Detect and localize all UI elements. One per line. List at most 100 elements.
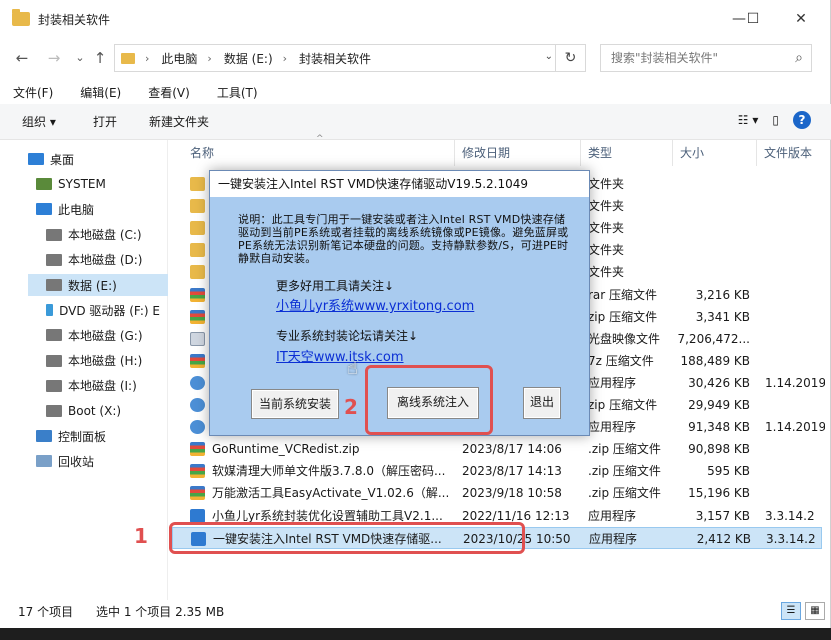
folder-icon	[190, 265, 205, 280]
title-bar: 封装相关软件 — ☐ ✕	[0, 0, 831, 38]
file-version: 3.3.14.2	[766, 531, 816, 546]
breadcrumb-folder[interactable]: 封装相关软件	[299, 50, 371, 67]
file-type: 文件夹	[588, 177, 625, 191]
sidebar-item[interactable]: 回收站	[36, 450, 160, 472]
file-name: 万能激活工具EasyActivate_V1.02.6（解...	[212, 486, 450, 501]
close-button[interactable]: ✕	[778, 0, 824, 38]
search-icon: ⌕	[795, 50, 803, 66]
sidebar-item[interactable]: 本地磁盘 (I:)	[46, 375, 160, 397]
file-type: 应用程序	[588, 375, 637, 390]
address-dropdown-icon[interactable]: ⌄	[545, 51, 553, 62]
refresh-icon[interactable]: ↻	[555, 45, 585, 71]
sidebar-item-label: 本地磁盘 (C:)	[68, 228, 142, 243]
dialog-description: 说明：此工具专门用于一键安装或者注入Intel RST VMD快速存储驱动到当前…	[238, 213, 569, 265]
file-modified: 2023/8/17 14:13	[462, 464, 562, 479]
iso-icon	[190, 331, 205, 346]
menu-tools[interactable]: 工具(T)	[204, 82, 272, 104]
more-tools-label: 更多好用工具请关注↓	[276, 279, 395, 293]
sidebar-item[interactable]: 本地磁盘 (H:)	[46, 350, 160, 372]
organize-button[interactable]: 组织 ▾	[22, 113, 56, 130]
sidebar-item-label: 本地磁盘 (G:)	[68, 328, 143, 343]
window-title: 封装相关软件	[38, 12, 111, 27]
sidebar-item-label: 控制面板	[58, 429, 107, 444]
column-divider	[672, 140, 673, 166]
maximize-button[interactable]: ☐	[730, 0, 776, 38]
forward-icon[interactable]: →	[44, 48, 64, 68]
file-size: 91,348 KB	[688, 420, 750, 435]
view-options-icon[interactable]: ☷ ▾	[738, 113, 759, 127]
folder-icon	[121, 52, 135, 64]
selection-info: 选中 1 个项目 2.35 MB	[96, 605, 225, 619]
folder-icon	[190, 199, 205, 214]
file-type: 应用程序	[588, 420, 637, 435]
file-type: 文件夹	[588, 221, 625, 236]
column-version[interactable]: 文件版本	[764, 140, 812, 166]
new-folder-button[interactable]: 新建文件夹	[149, 113, 209, 130]
file-type: 文件夹	[588, 243, 625, 258]
folder-icon	[190, 221, 205, 236]
file-row[interactable]: 万能激活工具EasyActivate_V1.02.6（解... 2023/9/18…	[172, 482, 822, 504]
drive-icon	[46, 279, 62, 291]
recent-dropdown-icon[interactable]: ⌄	[70, 48, 90, 68]
column-name[interactable]: 名称	[190, 140, 214, 166]
sidebar-item[interactable]: DVD 驱动器 (F:) E	[46, 299, 160, 321]
up-icon[interactable]: ↑	[90, 48, 110, 68]
help-icon[interactable]: ?	[793, 111, 811, 129]
sidebar-item-label: 本地磁盘 (I:)	[68, 379, 137, 394]
file-modified: 2023/8/17 14:06	[462, 442, 562, 457]
menu-edit[interactable]: 编辑(E)	[67, 82, 135, 104]
file-size: 29,949 KB	[688, 398, 750, 412]
sidebar-item[interactable]: Boot (X:)	[46, 400, 160, 422]
file-type: zip 压缩文件	[588, 309, 658, 324]
sidebar-item[interactable]: 本地磁盘 (C:)	[46, 224, 160, 246]
sidebar-item[interactable]: 本地磁盘 (G:)	[46, 324, 160, 346]
sidebar-item-label: 本地磁盘 (H:)	[68, 354, 143, 369]
install-current-system-button[interactable]: 当前系统安装	[251, 389, 339, 419]
back-icon[interactable]: ←	[12, 48, 32, 68]
yrxitong-link[interactable]: 小鱼儿yr系统www.yrxitong.com	[276, 295, 474, 314]
address-bar[interactable]: › 此电脑 › 数据 (E:) › 封装相关软件 ⌄ ↻	[114, 44, 586, 72]
column-modified[interactable]: 修改日期	[462, 140, 510, 166]
exe-icon	[190, 508, 205, 523]
dialog-title: 一键安装注入Intel RST VMD快速存储驱动V19.5.2.1049	[210, 171, 589, 197]
sidebar-item[interactable]: 数据 (E:)	[28, 274, 168, 296]
file-size: 3,157 KB	[695, 508, 750, 523]
sidebar-item[interactable]: 此电脑	[36, 198, 160, 220]
file-type: 应用程序	[588, 508, 637, 523]
itsk-link[interactable]: IT天空www.itsk.com	[276, 346, 404, 365]
sort-up-icon: ^	[316, 134, 324, 144]
desktop-icon	[28, 153, 44, 165]
details-view-icon[interactable]: ☰	[781, 602, 801, 620]
file-type: .zip 压缩文件	[588, 442, 661, 457]
drive-icon	[46, 228, 62, 241]
sidebar-item[interactable]: 本地磁盘 (D:)	[46, 249, 160, 271]
preview-pane-icon[interactable]: ▯	[772, 113, 779, 127]
search-input[interactable]: 搜索"封装相关软件" ⌕	[600, 44, 812, 72]
sidebar-item[interactable]: 控制面板	[36, 425, 160, 447]
breadcrumb-drive-e[interactable]: 数据 (E:)	[224, 50, 273, 67]
forum-label: 专业系统封装论坛请关注↓	[276, 329, 419, 343]
file-size: 15,196 KB	[688, 486, 750, 501]
sidebar-item[interactable]: 桌面	[28, 148, 160, 170]
gear-icon	[190, 375, 205, 390]
open-button[interactable]: 打开	[93, 113, 117, 130]
column-type[interactable]: 类型	[588, 140, 612, 166]
exit-button[interactable]: 退出	[523, 387, 561, 419]
sidebar-item[interactable]: SYSTEM	[36, 173, 160, 195]
menu-file[interactable]: 文件(F)	[0, 82, 67, 104]
column-size[interactable]: 大小	[680, 140, 704, 166]
file-type: zip 压缩文件	[588, 398, 658, 412]
file-row[interactable]: GoRuntime_VCRedist.zip 2023/8/17 14:06 .zi…	[172, 438, 822, 460]
zip-icon	[190, 309, 205, 324]
menu-bar: 文件(F) 编辑(E) 查看(V) 工具(T)	[0, 82, 272, 104]
sidebar-item-label: 回收站	[58, 454, 95, 469]
menu-view[interactable]: 查看(V)	[135, 82, 204, 104]
tiles-view-icon[interactable]: ▦	[805, 602, 825, 620]
drive-icon	[46, 405, 62, 417]
highlight-offline-button	[365, 365, 493, 435]
zip-icon	[190, 287, 205, 302]
breadcrumb-this-pc[interactable]: 此电脑	[161, 50, 197, 67]
zip-icon	[190, 464, 205, 479]
file-type: 7z 压缩文件	[588, 353, 654, 368]
file-row[interactable]: 软媒清理大师单文件版3.7.8.0（解压密码... 2023/8/17 14:13…	[172, 460, 822, 482]
